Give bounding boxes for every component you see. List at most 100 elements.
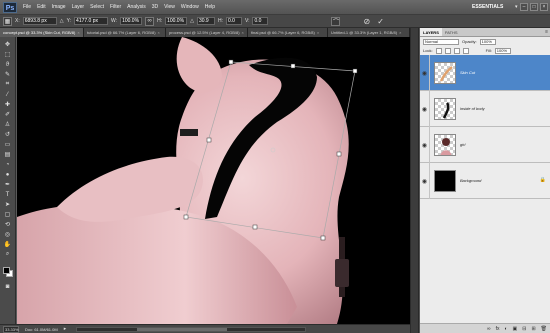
menu-analysis[interactable]: Analysis	[124, 0, 149, 15]
layer-row[interactable]: ◉ Skin Cut	[420, 55, 550, 91]
lock-all-button[interactable]	[462, 47, 469, 54]
link-layers-icon[interactable]: ∞	[487, 326, 491, 332]
menu-file[interactable]: File	[20, 0, 34, 15]
hand-tool-icon[interactable]: ✋	[2, 240, 13, 249]
menu-image[interactable]: Image	[49, 0, 69, 15]
visibility-eye-icon[interactable]: ◉	[420, 127, 430, 163]
layer-style-icon[interactable]: fx	[496, 326, 500, 332]
lock-transparency-button[interactable]	[435, 47, 442, 54]
height-field[interactable]	[165, 17, 188, 25]
document-tab[interactable]: tutorial.psd @ 66.7% (Layer 6, RGB/8) ×	[84, 28, 166, 37]
close-button[interactable]: ×	[540, 3, 548, 11]
document-tab[interactable]: final.psd @ 66.7% (Layer 6, RGB/8) ×	[248, 28, 328, 37]
dodge-tool-icon[interactable]: ●	[2, 170, 13, 179]
trash-icon[interactable]: 🗑	[541, 326, 547, 332]
commit-transform-icon[interactable]: ✓	[377, 17, 384, 26]
width-field[interactable]	[120, 17, 143, 25]
document-tab[interactable]: concept.psd @ 33.3% (Skin Cut, RGB/8) ×	[0, 28, 84, 37]
tab-close-icon[interactable]: ×	[399, 30, 401, 35]
brush-tool-icon[interactable]: ✐	[2, 110, 13, 119]
visibility-eye-icon[interactable]: ◉	[420, 91, 430, 127]
layer-name[interactable]: Background	[460, 178, 481, 183]
menu-help[interactable]: Help	[202, 0, 218, 15]
workspace-switcher[interactable]: ESSENTIALS	[472, 3, 503, 12]
document-canvas[interactable]	[17, 37, 410, 324]
foreground-color-swatch[interactable]	[3, 267, 10, 274]
blur-tool-icon[interactable]: ◔	[2, 160, 13, 169]
layer-row[interactable]: ◉ girl	[420, 127, 550, 163]
maximize-button[interactable]: □	[530, 3, 538, 11]
scrollbar-thumb[interactable]	[137, 327, 228, 331]
layer-row[interactable]: ◉ inside of body	[420, 91, 550, 127]
lock-icon: 🔒	[539, 177, 546, 183]
document-tab[interactable]: Untitled-1 @ 33.3% (Layer 1, RGB/8) ×	[328, 28, 410, 37]
angle-field[interactable]	[196, 17, 215, 25]
healing-tool-icon[interactable]: ✚	[2, 100, 13, 109]
path-select-tool-icon[interactable]: ➤	[2, 200, 13, 209]
minimize-button[interactable]: –	[520, 3, 528, 11]
workspace-arrow-icon[interactable]: ▾	[515, 3, 518, 12]
zoom-level-field[interactable]: 33.33%	[3, 325, 19, 333]
tab-paths[interactable]: PATHS	[442, 28, 461, 36]
quick-select-tool-icon[interactable]: ✎	[2, 70, 13, 79]
tab-close-icon[interactable]: ×	[158, 30, 160, 35]
h-skew-field[interactable]	[225, 17, 242, 25]
pen-tool-icon[interactable]: ✒	[2, 180, 13, 189]
menu-layer[interactable]: Layer	[69, 0, 88, 15]
tab-close-icon[interactable]: ×	[77, 30, 79, 35]
blend-mode-select[interactable]: Normal	[423, 38, 459, 45]
eyedropper-tool-icon[interactable]: ⁄	[2, 90, 13, 99]
3d-orbit-tool-icon[interactable]: ◎	[2, 230, 13, 239]
3d-rotate-tool-icon[interactable]: ⟲	[2, 220, 13, 229]
cancel-transform-icon[interactable]: ⊘	[363, 17, 370, 26]
move-tool-icon[interactable]: ✥	[2, 40, 13, 49]
reference-point-icon[interactable]: ▦	[3, 16, 12, 26]
link-icon[interactable]: ∞	[145, 16, 155, 26]
gradient-tool-icon[interactable]: ▤	[2, 150, 13, 159]
menu-edit[interactable]: Edit	[34, 0, 49, 15]
quick-mask-icon[interactable]: ◙	[2, 282, 13, 291]
marquee-tool-icon[interactable]: ⬚	[2, 50, 13, 59]
adjustment-layer-icon[interactable]: ▣	[513, 326, 518, 332]
new-group-icon[interactable]: ⊟	[522, 326, 526, 332]
panel-menu-icon[interactable]: ≡	[542, 28, 550, 36]
menu-window[interactable]: Window	[178, 0, 202, 15]
horizontal-scrollbar[interactable]	[76, 326, 307, 332]
new-layer-icon[interactable]: ⊞	[531, 326, 535, 332]
opacity-field[interactable]: 100%	[479, 38, 496, 45]
layer-name[interactable]: Skin Cut	[460, 70, 475, 75]
clone-stamp-tool-icon[interactable]: ♙	[2, 120, 13, 129]
menu-select[interactable]: Select	[87, 0, 107, 15]
options-bar: ▦ X: △ Y: W: ∞ H: △ H: V: ⌒ ⊘ ✓	[0, 15, 550, 28]
collapsed-panel-strip[interactable]	[411, 28, 419, 333]
menu-view[interactable]: View	[161, 0, 178, 15]
shape-tool-icon[interactable]: ▢	[2, 210, 13, 219]
doc-size-info: Doc: 61.0M/61.0M	[25, 326, 58, 332]
v-skew-field[interactable]	[252, 17, 269, 25]
x-field[interactable]	[22, 17, 57, 25]
eraser-tool-icon[interactable]: ▭	[2, 140, 13, 149]
layer-name[interactable]: inside of body	[460, 106, 485, 111]
warp-icon[interactable]: ⌒	[331, 16, 341, 26]
layer-name[interactable]: girl	[460, 142, 465, 147]
lasso-tool-icon[interactable]: ϑ	[2, 60, 13, 69]
layer-mask-icon[interactable]: ◐	[504, 326, 507, 332]
document-tab[interactable]: process.psd @ 12.5% (Layer 4, RGB/8) ×	[166, 28, 248, 37]
visibility-eye-icon[interactable]: ◉	[420, 163, 430, 199]
layer-row[interactable]: ◉ Background 🔒	[420, 163, 550, 199]
type-tool-icon[interactable]: T	[2, 190, 13, 199]
status-menu-arrow-icon[interactable]: ▸	[64, 326, 67, 332]
y-field[interactable]	[74, 17, 109, 25]
visibility-eye-icon[interactable]: ◉	[420, 55, 430, 91]
menu-filter[interactable]: Filter	[107, 0, 124, 15]
fill-field[interactable]: 100%	[494, 47, 511, 54]
zoom-tool-icon[interactable]: ⌕	[2, 250, 13, 259]
history-brush-tool-icon[interactable]: ↺	[2, 130, 13, 139]
tab-close-icon[interactable]: ×	[317, 30, 319, 35]
tab-close-icon[interactable]: ×	[242, 30, 244, 35]
menu-3d[interactable]: 3D	[149, 0, 161, 15]
lock-pixels-button[interactable]	[444, 47, 451, 54]
lock-position-button[interactable]	[453, 47, 460, 54]
crop-tool-icon[interactable]: ⌗	[2, 80, 13, 89]
tab-layers[interactable]: LAYERS	[420, 28, 442, 36]
